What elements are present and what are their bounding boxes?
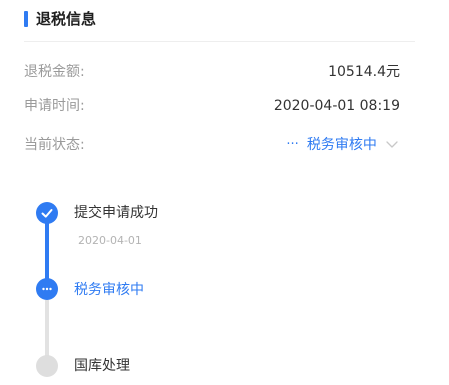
timeline-node-done xyxy=(36,202,58,224)
refund-amount-value: 10514.4元 xyxy=(328,64,400,80)
timeline-pending-line xyxy=(45,300,49,360)
status-row: 当前状态: ··· 税务审核中 xyxy=(24,134,400,156)
section-accent-bar xyxy=(24,11,28,27)
refund-info-page: 退税信息 退税金额: 10514.4元 申请时间: 2020-04-01 08:… xyxy=(0,0,449,385)
step-review-label: 税务审核中 xyxy=(74,282,144,298)
chevron-down-icon xyxy=(384,134,400,156)
refund-amount-label: 退税金额: xyxy=(24,64,85,80)
status-label: 当前状态: xyxy=(24,137,85,153)
status-value: 税务审核中 xyxy=(306,137,377,153)
apply-time-value: 2020-04-01 08:19 xyxy=(273,98,400,114)
step-treasury-label: 国库处理 xyxy=(74,358,130,374)
divider xyxy=(24,41,415,42)
step-submit-label: 提交申请成功 xyxy=(74,205,158,221)
timeline-node-active xyxy=(36,278,58,300)
ellipsis-icon: ··· xyxy=(286,137,299,152)
step-submit-date: 2020-04-01 xyxy=(78,234,142,247)
apply-time-label: 申请时间: xyxy=(24,98,85,114)
ellipsis-icon xyxy=(42,287,52,291)
timeline-node-pending xyxy=(36,355,58,377)
apply-time-row: 申请时间: 2020-04-01 08:19 xyxy=(24,95,400,117)
status-toggle[interactable]: ··· 税务审核中 xyxy=(286,134,400,156)
section-title: 退税信息 xyxy=(36,10,97,28)
check-icon xyxy=(41,209,53,218)
refund-amount-row: 退税金额: 10514.4元 xyxy=(24,61,400,83)
